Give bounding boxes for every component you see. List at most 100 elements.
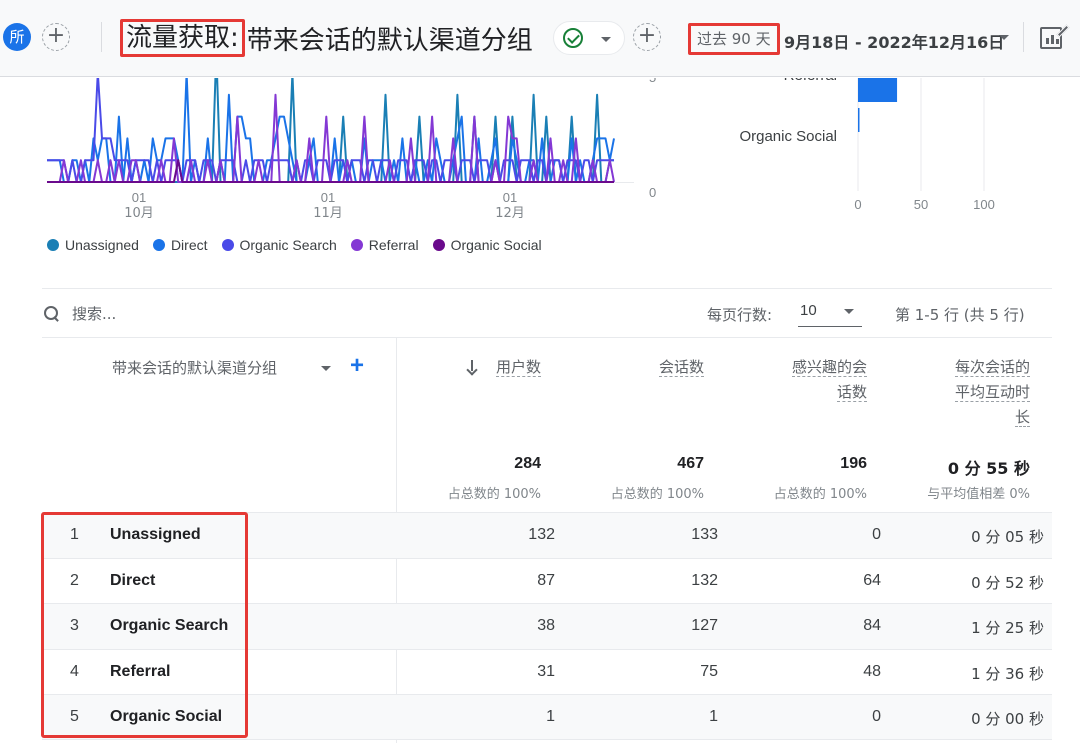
search-input[interactable] (72, 302, 372, 326)
legend-dot-icon (47, 239, 59, 251)
column-header-avg-engagement[interactable]: 每次会话的 平均互动时 长 (954, 355, 1030, 430)
legend-label: Organic Search (239, 237, 337, 253)
row-index: 5 (70, 708, 79, 726)
legend-item[interactable]: Direct (152, 237, 208, 253)
chevron-down-icon (601, 37, 611, 42)
pencil-icon (1056, 24, 1070, 38)
x-tick-label: 0 (854, 197, 861, 212)
table-row[interactable]: 5 Organic Social 1 1 0 0 分 00 秒 (42, 694, 1052, 740)
row-avg-engagement: 0 分 52 秒 (971, 573, 1044, 592)
check-circle-icon (563, 28, 583, 48)
chevron-down-icon (844, 309, 854, 314)
x-tick-label: 01 (503, 190, 517, 205)
total-sessions: 467 (677, 455, 704, 472)
bar-glyph (1051, 35, 1054, 44)
column-header-engaged-sessions[interactable]: 感兴趣的会 话数 (791, 355, 867, 405)
column-header-users[interactable]: 用户数 (495, 355, 541, 380)
y-tick-label: 0 (649, 185, 656, 200)
series-line-referral (47, 93, 615, 183)
x-tick-label: 12月 (495, 206, 525, 221)
bar-chart: Referral Organic Social 0 50 100 (739, 78, 995, 212)
bar-organic-social (858, 108, 860, 132)
row-channel: Unassigned (110, 526, 201, 543)
row-engaged-sessions: 48 (863, 662, 881, 680)
legend-dot-icon (350, 239, 363, 251)
row-users: 132 (528, 526, 555, 543)
rows-per-page-label: 每页行数: (707, 306, 773, 324)
add-dimension-button[interactable]: + (350, 354, 364, 378)
bar-glyph (1056, 39, 1059, 44)
date-range-preset[interactable]: 过去 90 天 (688, 23, 780, 55)
row-channel: Referral (110, 662, 171, 680)
legend-dot-icon (152, 239, 165, 251)
legend-item[interactable]: Organic Search (221, 237, 337, 253)
total-avg-engagement: 0 分 55 秒 (947, 459, 1030, 478)
search-icon (44, 306, 60, 322)
row-index: 3 (70, 617, 79, 635)
divider (42, 288, 1052, 289)
row-users: 1 (546, 708, 555, 726)
plus-icon: + (46, 23, 66, 48)
row-sessions: 1 (709, 708, 718, 726)
row-engaged-sessions: 64 (863, 571, 881, 589)
chevron-down-icon[interactable] (999, 35, 1009, 40)
page-title: 流量获取: 带来会话的默认渠道分组 (120, 18, 533, 58)
row-engaged-sessions: 84 (863, 617, 881, 635)
bar-category-label: Referral (784, 78, 837, 84)
add-filter-button[interactable]: + (633, 23, 661, 51)
row-sessions: 75 (700, 662, 718, 680)
legend-item[interactable]: Referral (350, 237, 419, 253)
row-index: 2 (70, 571, 79, 589)
bar-referral (858, 78, 898, 102)
row-sessions: 132 (691, 571, 718, 589)
row-engaged-sessions: 0 (872, 526, 881, 543)
row-index: 1 (70, 526, 79, 543)
property-avatar[interactable]: 所 (3, 23, 31, 51)
total-avg-engagement-diff: 与平均值相差 0% (927, 487, 1030, 502)
dimension-header[interactable]: 带来会话的默认渠道分组 (112, 357, 277, 378)
header-divider (101, 22, 102, 52)
report-header: 所 + 流量获取: 带来会话的默认渠道分组 + 过去 90 天 9月18日 - … (0, 0, 1080, 77)
row-users: 38 (537, 617, 555, 635)
rows-per-page-select[interactable]: 10 (798, 299, 862, 327)
bar-category-label: Organic Social (739, 128, 837, 145)
column-header-sessions[interactable]: 会话数 (658, 355, 704, 380)
row-index: 4 (70, 662, 79, 680)
row-avg-engagement: 0 分 05 秒 (971, 528, 1044, 546)
title-prefix: 流量获取: (120, 19, 245, 57)
line-chart: 500110月0111月0112月 (47, 78, 656, 221)
report-status-dropdown[interactable] (553, 21, 625, 55)
row-channel: Organic Search (110, 617, 229, 635)
row-users: 87 (537, 571, 555, 589)
table-row[interactable]: 2 Direct 87 132 64 0 分 52 秒 (42, 557, 1052, 604)
legend-item[interactable]: Unassigned (47, 237, 139, 253)
x-tick-label: 10月 (124, 206, 154, 221)
customize-report-icon[interactable] (1040, 24, 1070, 49)
table-row[interactable]: 3 Organic Search 38 127 84 1 分 25 秒 (42, 603, 1052, 649)
total-sessions-share: 占总数的 100% (610, 487, 704, 502)
row-engaged-sessions: 0 (872, 708, 881, 726)
date-range-picker[interactable]: 9月18日 - 2022年12月16日 (784, 29, 1004, 53)
table-row[interactable]: 4 Referral 31 75 48 1 分 36 秒 (42, 648, 1052, 695)
row-avg-engagement: 0 分 00 秒 (971, 710, 1044, 729)
total-engaged-sessions: 196 (840, 455, 867, 472)
plus-icon: + (637, 23, 657, 48)
bar-glyph (1046, 38, 1049, 44)
row-sessions: 127 (691, 617, 718, 635)
table-body: 1 Unassigned 132 133 0 0 分 05 秒 2 Direct… (42, 512, 1052, 740)
divider (42, 337, 1052, 338)
header-divider (1023, 22, 1024, 52)
table-row[interactable]: 1 Unassigned 132 133 0 0 分 05 秒 (42, 512, 1052, 558)
total-users: 284 (514, 455, 541, 472)
add-comparison-button[interactable]: + (42, 23, 70, 51)
row-users: 31 (537, 662, 555, 680)
legend-label: Referral (368, 237, 419, 253)
title-report-name: 带来会话的默认渠道分组 (246, 25, 533, 56)
row-channel: Direct (110, 571, 156, 589)
chevron-down-icon[interactable] (321, 366, 331, 371)
row-channel: Organic Social (110, 708, 223, 726)
x-tick-label: 01 (132, 190, 146, 205)
rows-per-page-value: 10 (800, 302, 817, 319)
x-tick-label: 100 (973, 197, 995, 212)
legend-item[interactable]: Organic Social (432, 237, 542, 253)
